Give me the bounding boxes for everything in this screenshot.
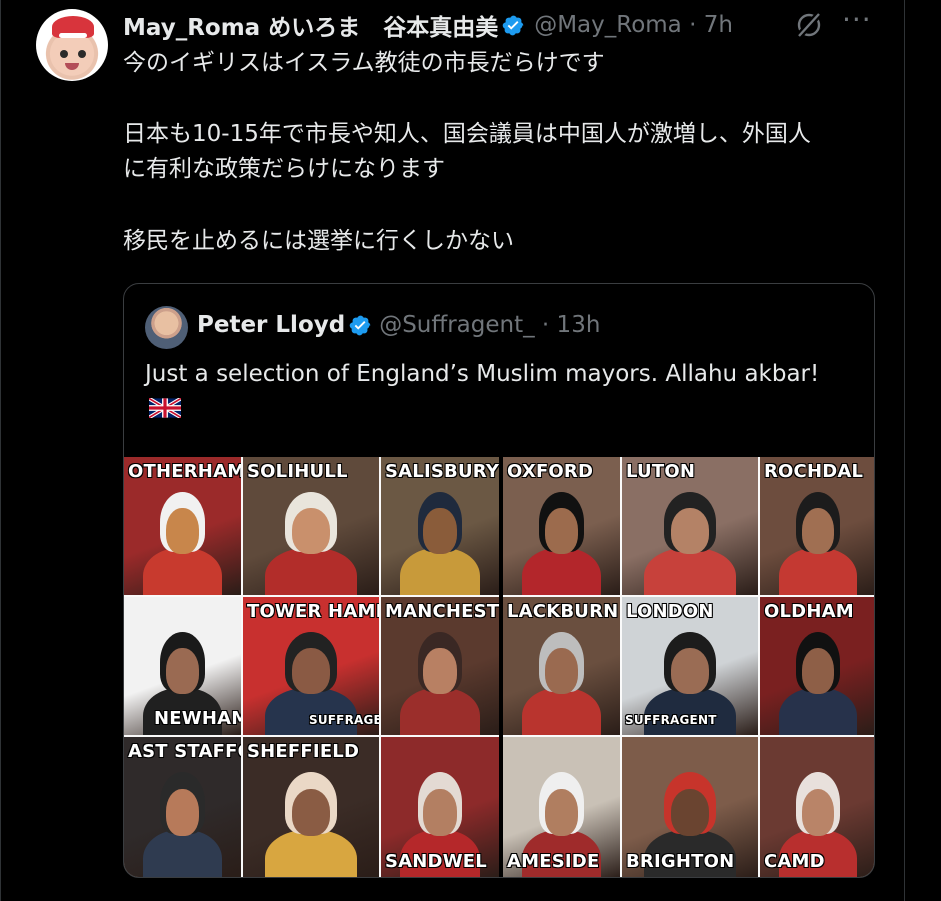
right-border [904,0,905,901]
quoted-text-block: Just a selection of England’s Muslim may… [145,357,855,427]
mayor-photo-tile: SALISBURY [381,457,499,595]
mayor-photo-tile: LUTON [622,457,758,595]
tweet-header: May_Roma めいろま 谷本真由美 @May_Roma · 7h [123,8,733,42]
mayor-location-label: LONDON [626,601,714,622]
mayor-photo-tile: TOWER HAMLETS SUFFRAGENT [243,597,379,735]
mayor-photo-tile: OXFORD [503,457,620,595]
quoted-text: Just a selection of England’s Muslim may… [145,361,820,387]
mayor-photo-tile: CAMD [760,737,874,877]
tweet-line-2: 日本も10-15年で市長や知人、国会議員は中国人が激増し、外国人 [123,121,811,147]
mayor-location-label: OTHERHAM [128,461,241,482]
watermark-label: SUFFRAGENT [625,713,717,727]
quoted-tweet[interactable]: Peter Lloyd @Suffragent_ · 13h Just a se… [123,283,875,878]
mayor-photo-tile: OTHERHAM [124,457,241,595]
uk-flag-icon [149,398,181,418]
verified-badge-icon [502,15,524,35]
quoted-avatar[interactable] [145,306,188,349]
mayors-image-grid[interactable]: OTHERHAM SOLIHULL SALISBURY OXFORD LUTON ROCH… [124,457,874,877]
mayor-location-label: SALISBURY [385,461,499,482]
left-border [0,0,1,901]
tweet-line-3: に有利な政策だらけになります [123,156,445,182]
grok-icon[interactable] [793,10,825,40]
mayor-location-label: AST STAFFORD [128,741,241,762]
mayor-location-label: LACKBURN [507,601,619,622]
mayor-location-label: NEWHAM [154,708,241,729]
mayor-photo-tile: LONDON SUFFRAGENT [622,597,758,735]
watermark-label: SUFFRAGENT [309,713,379,727]
tweet-line-1: 今のイギリスはイスラム教徒の市長だらけです [123,50,605,76]
tweet-line-4: 移民を止めるには選挙に行くしかない [123,228,514,254]
mayor-location-label: SHEFFIELD [247,741,360,762]
mayor-location-label: CAMD [764,851,825,872]
avatar[interactable] [36,9,108,81]
quoted-handle-time[interactable]: @Suffragent_ · 13h [379,312,600,338]
mayor-location-label: MANCHESTER C [385,601,499,622]
mayor-location-label: SANDWEL [385,851,487,872]
author-handle-time[interactable]: @May_Roma · 7h [534,12,733,38]
author-name[interactable]: May_Roma めいろま 谷本真由美 [123,8,498,42]
more-icon[interactable]: ··· [842,6,874,40]
mayor-photo-tile: AMESIDE [503,737,620,877]
mayor-photo-tile: MANCHESTER C [381,597,499,735]
mayor-photo-tile: SANDWEL [381,737,499,877]
mayor-location-label: TOWER HAMLETS [247,601,379,622]
verified-badge-icon [349,315,371,335]
quoted-author-name[interactable]: Peter Lloyd [197,312,345,338]
mayor-photo-tile: OLDHAM [760,597,874,735]
mayor-photo-tile: NEWHAM [124,597,241,735]
mayor-photo-tile: ROCHDAL [760,457,874,595]
mayor-photo-tile: LACKBURN [503,597,620,735]
mayor-location-label: SOLIHULL [247,461,348,482]
mayor-location-label: AMESIDE [507,851,600,872]
mayor-photo-tile: BRIGHTON [622,737,758,877]
collage-divider [499,457,503,877]
mayor-location-label: ROCHDAL [764,461,864,482]
mayor-location-label: OXFORD [507,461,594,482]
mayor-location-label: OLDHAM [764,601,854,622]
mayor-location-label: BRIGHTON [626,851,735,872]
mayor-location-label: LUTON [626,461,696,482]
quoted-header: Peter Lloyd @Suffragent_ · 13h [197,308,600,342]
mayor-photo-tile: SOLIHULL [243,457,379,595]
mayor-photo-tile: AST STAFFORD [124,737,241,877]
mayor-photo-tile: SHEFFIELD [243,737,379,877]
